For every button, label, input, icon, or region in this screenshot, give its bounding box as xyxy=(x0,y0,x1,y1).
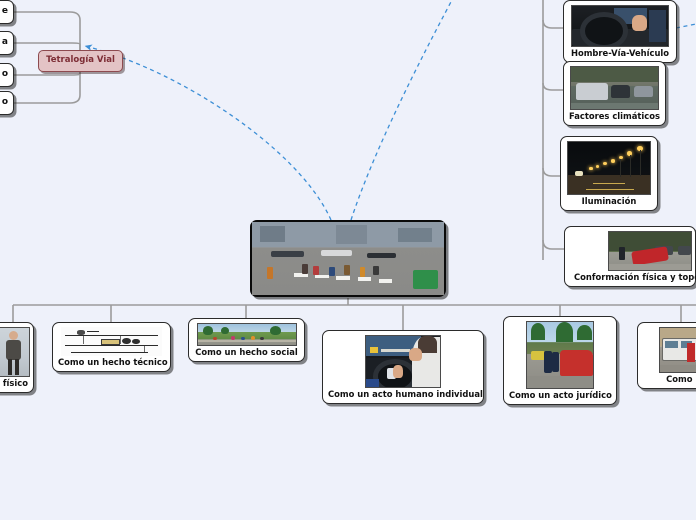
node-label: Conformación física y topog xyxy=(574,272,696,282)
left-stub-label: e xyxy=(1,6,8,16)
mindmap-canvas: e a o o Tetralogía Vial Hombre-Vía-Vehíc… xyxy=(0,0,696,520)
node-label: Hombre-Vía-Vehículo xyxy=(570,48,670,58)
node-factores-climaticos[interactable]: Factores climáticos xyxy=(563,61,666,126)
node-iluminacion[interactable]: Iluminación xyxy=(560,136,658,211)
street-pedestrian-crossing-photo xyxy=(252,222,444,295)
node-label: físico xyxy=(2,378,28,388)
technical-crash-diagram xyxy=(61,327,162,356)
police-at-crash-scene-photo xyxy=(526,321,594,389)
cars-on-rainy-road-photo xyxy=(570,66,659,110)
node-label: Como un acto jurídico xyxy=(509,390,612,400)
driver-using-phone-photo xyxy=(365,335,441,388)
node-como-un-hecho-clipped[interactable]: Como un he xyxy=(637,322,696,389)
node-label: Factores climáticos xyxy=(569,111,660,121)
crashed-red-car-photo xyxy=(608,231,692,271)
left-stub-label: o xyxy=(1,69,8,79)
node-label: Como un hecho técnico xyxy=(58,357,168,367)
node-hombre-via-vehiculo[interactable]: Hombre-Vía-Vehículo xyxy=(563,0,677,63)
standing-person-photo xyxy=(0,327,30,377)
node-como-un-hecho-social[interactable]: Como un hecho social xyxy=(188,318,305,362)
node-label: Iluminación xyxy=(581,196,637,206)
left-stub-node-2[interactable]: a xyxy=(0,31,14,55)
driver-steering-wheel-photo xyxy=(571,5,669,47)
node-label: Tetralogía Vial xyxy=(46,55,115,65)
node-conformacion-fisica-topografia[interactable]: Conformación física y topog xyxy=(564,226,696,287)
node-como-un-acto-juridico[interactable]: Como un acto jurídico xyxy=(503,316,617,405)
node-como-un-acto-humano-individual[interactable]: Como un acto humano individual xyxy=(322,330,484,404)
node-como-un-hecho-fisico[interactable]: físico xyxy=(0,322,34,393)
park-plaza-people-photo xyxy=(196,323,297,346)
night-street-lighting-photo xyxy=(567,141,651,195)
left-stub-node-3[interactable]: o xyxy=(0,63,14,87)
node-label: Como un acto humano individual xyxy=(328,389,483,399)
bus-and-police-photo xyxy=(659,327,696,373)
left-stub-label: o xyxy=(1,97,8,107)
left-stub-label: a xyxy=(1,37,8,47)
node-tetralogia-vial[interactable]: Tetralogía Vial xyxy=(38,50,123,72)
node-label: Como un hecho social xyxy=(195,347,298,357)
node-como-un-hecho-tecnico[interactable]: Como un hecho técnico xyxy=(52,322,171,372)
node-transito-peatonal-vehicular[interactable]: TRÁNSITO PEATONAL-VEHICULAR xyxy=(250,220,446,297)
node-label: Como un he xyxy=(666,374,696,384)
left-stub-node-4[interactable]: o xyxy=(0,91,14,115)
left-stub-node-1[interactable]: e xyxy=(0,0,14,24)
